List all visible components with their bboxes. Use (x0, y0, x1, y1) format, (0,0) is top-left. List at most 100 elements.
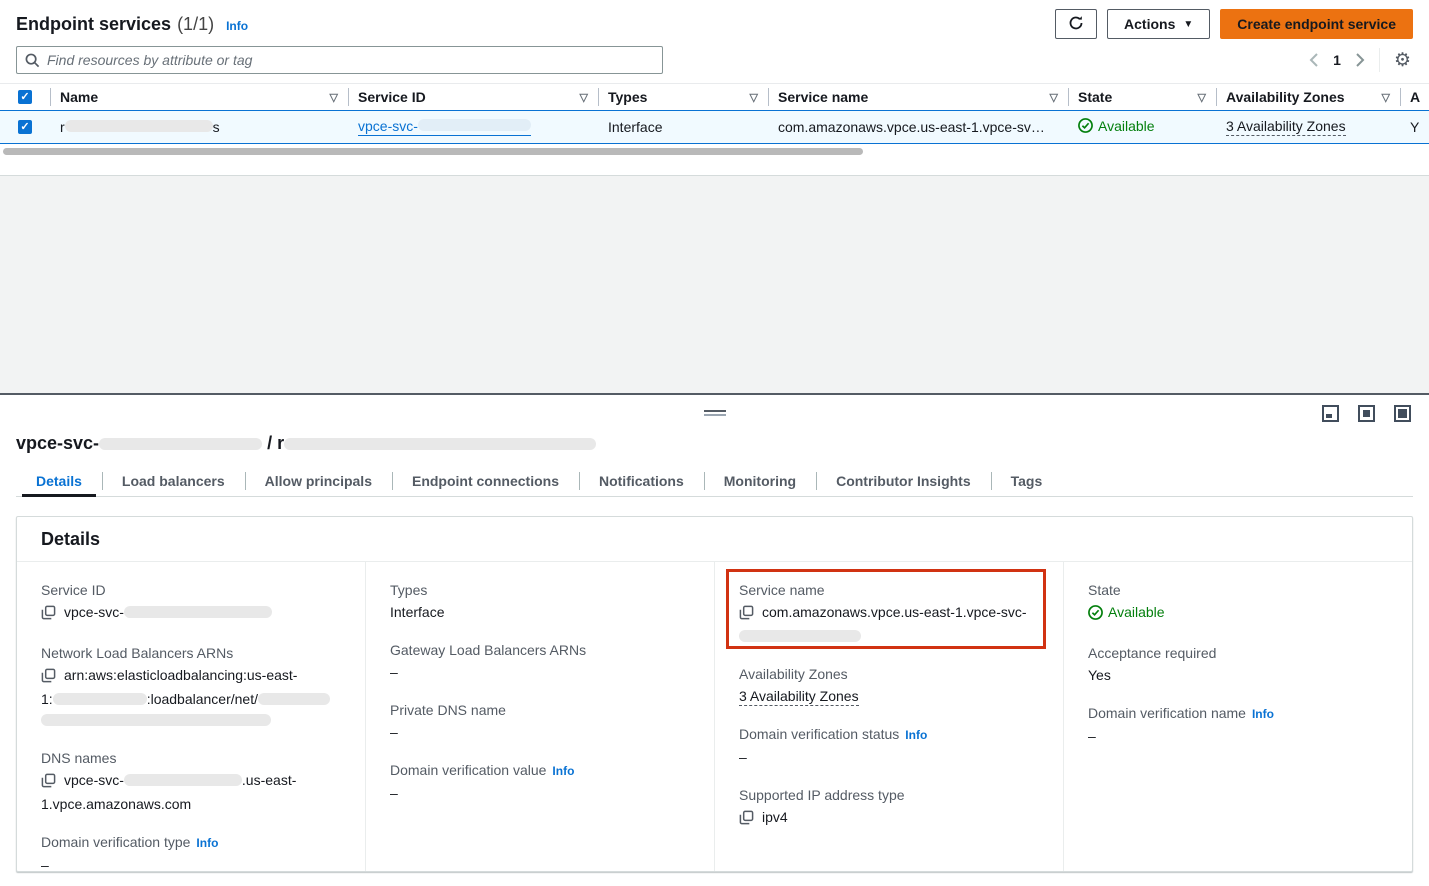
split-panel-drag-handle[interactable] (704, 410, 726, 418)
preferences-button[interactable]: ⚙ (1392, 51, 1413, 70)
resource-count: (1/1) (177, 14, 214, 35)
table-header-row: ✓ Name ▽ Service ID ▽ Types ▽ Service na… (0, 83, 1429, 110)
field-service-name: Service name com.amazonaws.vpce.us-east-… (739, 580, 1039, 647)
cell-state: Available (1068, 118, 1216, 137)
split-panel: vpce-svc- / r Details Load balancers All… (0, 393, 1429, 886)
cell-name: rs (50, 119, 348, 135)
service-id-link[interactable]: vpce-svc- (358, 118, 531, 136)
tab-contributor-insights[interactable]: Contributor Insights (816, 468, 991, 496)
chevron-left-icon (1309, 53, 1319, 67)
divider (1379, 48, 1380, 72)
field-state: State Available (1088, 580, 1388, 626)
info-link[interactable]: Info (196, 836, 218, 850)
redacted-text (99, 438, 262, 450)
details-column-4: State Available Acceptance required Yes … (1063, 562, 1412, 871)
details-card-heading: Details (17, 517, 1412, 562)
info-link[interactable]: Info (905, 728, 927, 742)
info-link[interactable]: Info (552, 764, 574, 778)
sort-icon[interactable]: ▽ (330, 91, 338, 104)
table-toolbar: 1 ⚙ (0, 39, 1429, 74)
panel-tabs: Details Load balancers Allow principals … (16, 468, 1413, 497)
column-header-service-name[interactable]: Service name ▽ (768, 84, 1068, 110)
field-dns-names: DNS names vpce-svc-.us-east- 1.vpce.amaz… (41, 748, 341, 815)
search-input[interactable] (47, 52, 654, 68)
current-page-number[interactable]: 1 (1333, 52, 1341, 68)
availability-zones-link[interactable]: 3 Availability Zones (739, 688, 859, 706)
create-endpoint-service-button[interactable]: Create endpoint service (1220, 9, 1413, 39)
actions-button[interactable]: Actions ▼ (1107, 9, 1210, 39)
refresh-icon (1068, 15, 1084, 34)
field-types: Types Interface (390, 580, 690, 623)
redacted-text (65, 120, 213, 132)
column-header-name[interactable]: Name ▽ (50, 84, 348, 110)
tab-tags[interactable]: Tags (991, 468, 1063, 496)
field-acceptance-required: Acceptance required Yes (1088, 643, 1388, 686)
field-domain-verification-value: Domain verification valueInfo – (390, 760, 690, 804)
column-header-types[interactable]: Types ▽ (598, 84, 768, 110)
copy-icon[interactable] (739, 605, 754, 626)
sort-icon[interactable]: ▽ (1198, 91, 1206, 104)
scrollbar-thumb[interactable] (3, 148, 863, 155)
cell-types: Interface (598, 119, 768, 135)
field-domain-verification-type: Domain verification typeInfo – (41, 832, 341, 876)
check-circle-icon (1078, 118, 1093, 133)
redacted-text (53, 693, 147, 705)
tab-endpoint-connections[interactable]: Endpoint connections (392, 468, 579, 496)
split-panel-size-controls (1322, 405, 1411, 422)
copy-icon[interactable] (41, 605, 56, 626)
page-header: Endpoint services (1/1) Info Actions ▼ C… (0, 0, 1429, 39)
field-domain-verification-name: Domain verification nameInfo – (1088, 703, 1388, 747)
details-column-2: Types Interface Gateway Load Balancers A… (365, 562, 714, 871)
field-private-dns-name: Private DNS name – (390, 700, 690, 743)
cell-service-name: com.amazonaws.vpce.us-east-1.vpce-sv… (768, 119, 1068, 135)
copy-icon[interactable] (41, 773, 56, 794)
redacted-text (739, 630, 861, 642)
next-page-button[interactable] (1353, 51, 1367, 69)
endpoint-services-table-card: Endpoint services (1/1) Info Actions ▼ C… (0, 0, 1429, 176)
pagination: 1 ⚙ (1307, 48, 1413, 72)
tab-allow-principals[interactable]: Allow principals (245, 468, 392, 496)
tab-details[interactable]: Details (16, 468, 102, 496)
info-link[interactable]: Info (226, 19, 248, 33)
field-glb-arns: Gateway Load Balancers ARNs – (390, 640, 690, 683)
gear-icon: ⚙ (1394, 50, 1411, 71)
availability-zones-link[interactable]: 3 Availability Zones (1226, 118, 1346, 136)
refresh-button[interactable] (1055, 9, 1097, 39)
tab-load-balancers[interactable]: Load balancers (102, 468, 245, 496)
cell-availability-zones: 3 Availability Zones (1216, 118, 1400, 136)
column-header-availability-zones[interactable]: Availability Zones ▽ (1216, 84, 1400, 110)
info-link[interactable]: Info (1252, 707, 1274, 721)
column-header-service-id[interactable]: Service ID ▽ (348, 84, 598, 110)
panel-size-medium-button[interactable] (1358, 405, 1375, 422)
panel-size-small-button[interactable] (1322, 405, 1339, 422)
previous-page-button[interactable] (1307, 51, 1321, 69)
column-header-state[interactable]: State ▽ (1068, 84, 1216, 110)
redacted-text (258, 693, 330, 705)
horizontal-scrollbar[interactable] (0, 147, 1429, 157)
field-nlb-arns: Network Load Balancers ARNs arn:aws:elas… (41, 643, 341, 731)
chevron-right-icon (1355, 53, 1365, 67)
search-box[interactable] (16, 46, 663, 74)
sort-icon[interactable]: ▽ (750, 91, 758, 104)
field-service-id: Service ID vpce-svc- (41, 580, 341, 626)
tab-notifications[interactable]: Notifications (579, 468, 704, 496)
details-column-1: Service ID vpce-svc- Network Load Balanc… (17, 562, 365, 871)
redacted-text (124, 606, 272, 618)
redacted-text (284, 438, 596, 450)
panel-title: vpce-svc- / r (16, 433, 596, 454)
sort-icon[interactable]: ▽ (580, 91, 588, 104)
field-supported-ip-address-type: Supported IP address type ipv4 (739, 785, 1039, 831)
panel-size-large-button[interactable] (1394, 405, 1411, 422)
select-all-checkbox[interactable]: ✓ (18, 90, 32, 104)
field-availability-zones: Availability Zones 3 Availability Zones (739, 664, 1039, 707)
column-header-acceptance-cutoff[interactable]: A (1400, 84, 1429, 110)
sort-icon[interactable]: ▽ (1050, 91, 1058, 104)
redacted-text (41, 714, 271, 726)
row-checkbox[interactable]: ✓ (18, 120, 32, 134)
table-row[interactable]: ✓ rs vpce-svc- Interface com.amazonaws.v… (0, 110, 1429, 144)
tab-monitoring[interactable]: Monitoring (704, 468, 816, 496)
copy-icon[interactable] (739, 810, 754, 831)
copy-icon[interactable] (41, 668, 56, 689)
sort-icon[interactable]: ▽ (1382, 91, 1390, 104)
check-circle-icon (1088, 605, 1103, 620)
